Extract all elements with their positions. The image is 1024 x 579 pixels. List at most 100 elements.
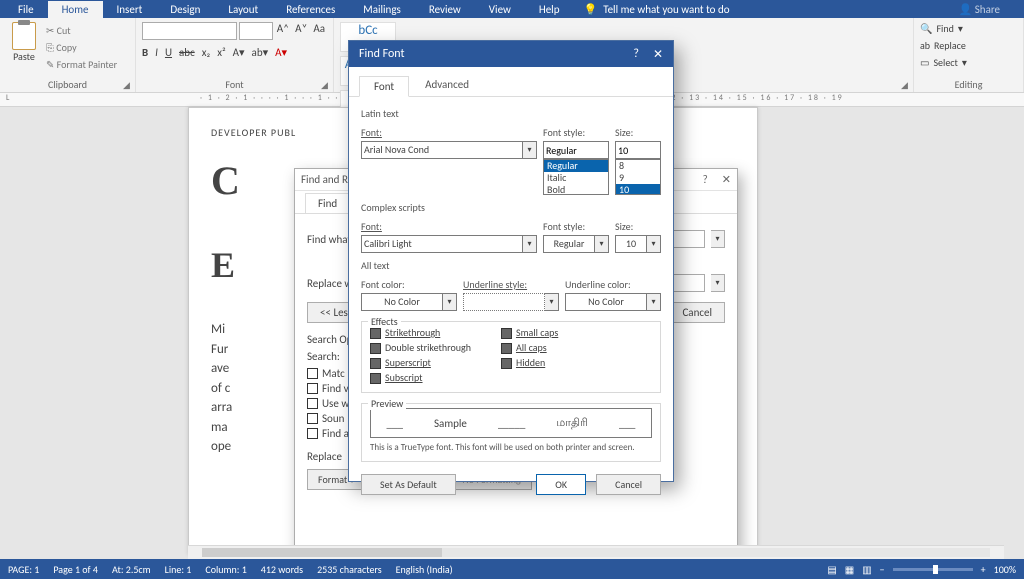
complex-scripts-label: Complex scripts xyxy=(361,201,661,214)
status-words[interactable]: 412 words xyxy=(261,563,303,576)
set-default-button[interactable]: Set As Default xyxy=(361,474,456,495)
view-web-icon[interactable]: ▥ xyxy=(862,563,871,576)
chevron-down-icon[interactable]: ▾ xyxy=(523,235,537,253)
font-color-label: Font color: xyxy=(361,278,457,291)
highlight-button[interactable]: ab▾ xyxy=(252,46,269,59)
tab-review[interactable]: Review xyxy=(415,1,475,18)
select-icon: ▭ xyxy=(920,56,929,69)
underline-style-label: Underline style: xyxy=(463,278,559,291)
clipboard-launcher[interactable]: ◢ xyxy=(123,80,133,90)
format-painter-button[interactable]: ✎ Format Painter xyxy=(46,58,117,71)
tab-view[interactable]: View xyxy=(475,1,525,18)
eff-superscript[interactable]: Superscript xyxy=(370,356,471,369)
paste-button[interactable]: Paste xyxy=(6,20,42,71)
status-line[interactable]: Line: 1 xyxy=(165,563,192,576)
tab-home[interactable]: Home xyxy=(48,1,103,18)
status-chars[interactable]: 2535 characters xyxy=(317,563,382,576)
complex-size-input[interactable]: 10 xyxy=(615,235,647,253)
grow-font-button[interactable]: A˄ xyxy=(275,22,291,40)
status-column[interactable]: Column: 1 xyxy=(205,563,246,576)
eff-double-strike[interactable]: Double strikethrough xyxy=(370,341,471,354)
find-font-title: Find Font xyxy=(359,47,404,61)
paste-icon xyxy=(12,22,36,50)
tab-layout[interactable]: Layout xyxy=(214,1,272,18)
replace-icon: ab xyxy=(920,39,930,52)
chevron-down-icon[interactable]: ▾ xyxy=(523,141,537,159)
tab-insert[interactable]: Insert xyxy=(103,1,157,18)
underline-button[interactable]: U xyxy=(165,46,172,59)
latin-style-list[interactable]: Regular Italic Bold xyxy=(543,159,609,195)
help-icon[interactable]: ? xyxy=(633,47,639,62)
tab-help[interactable]: Help xyxy=(525,1,574,18)
font-launcher[interactable]: ◢ xyxy=(321,80,331,90)
eff-small-caps[interactable]: Small caps xyxy=(501,326,558,339)
cancel-button[interactable]: Cancel xyxy=(596,474,661,495)
tab-references[interactable]: References xyxy=(272,1,349,18)
status-language[interactable]: English (India) xyxy=(396,563,453,576)
zoom-out-button[interactable]: − xyxy=(880,563,885,576)
ok-button[interactable]: OK xyxy=(536,474,586,495)
latin-size-input[interactable] xyxy=(615,141,661,159)
close-icon[interactable]: ✕ xyxy=(653,47,663,62)
zoom-slider[interactable] xyxy=(893,568,973,571)
fr-tab-find[interactable]: Find xyxy=(305,193,350,213)
view-read-icon[interactable]: ▤ xyxy=(827,563,836,576)
copy-button[interactable]: ⎘ Copy xyxy=(46,41,117,54)
view-print-icon[interactable]: ▦ xyxy=(845,563,854,576)
status-page[interactable]: PAGE: 1 xyxy=(8,563,39,576)
tab-file[interactable]: File xyxy=(4,1,48,18)
scrollbar-thumb[interactable] xyxy=(202,548,442,557)
font-size-combo[interactable] xyxy=(239,22,273,40)
chevron-down-icon[interactable]: ▾ xyxy=(647,235,661,253)
chevron-down-icon[interactable]: ▾ xyxy=(595,235,609,253)
change-case-button[interactable]: Aa xyxy=(311,22,327,40)
eff-subscript[interactable]: Subscript xyxy=(370,371,471,384)
superscript-button[interactable]: x² xyxy=(217,46,225,59)
zoom-in-button[interactable]: + xyxy=(981,563,986,576)
strike-button[interactable]: abc xyxy=(179,46,195,59)
subscript-button[interactable]: x₂ xyxy=(202,46,210,59)
ff-tab-font[interactable]: Font xyxy=(359,76,409,97)
replace-with-dropdown[interactable]: ▾ xyxy=(711,274,725,292)
find-what-dropdown[interactable]: ▾ xyxy=(711,230,725,248)
ff-tab-advanced[interactable]: Advanced xyxy=(411,75,483,96)
help-icon[interactable]: ? xyxy=(703,173,708,186)
fr-cancel-button[interactable]: Cancel xyxy=(669,302,725,323)
chevron-down-icon[interactable]: ▾ xyxy=(545,293,559,311)
font-color-button[interactable]: A▾ xyxy=(275,46,287,59)
find-font-titlebar[interactable]: Find Font ? ✕ xyxy=(349,41,673,67)
bold-button[interactable]: B xyxy=(142,46,148,59)
chevron-down-icon[interactable]: ▾ xyxy=(647,293,661,311)
chevron-down-icon[interactable]: ▾ xyxy=(443,293,457,311)
eff-all-caps[interactable]: All caps xyxy=(501,341,558,354)
shrink-font-button[interactable]: A˅ xyxy=(293,22,309,40)
select-button[interactable]: ▭Select ▾ xyxy=(920,54,1017,71)
latin-font-input[interactable]: Arial Nova Cond xyxy=(361,141,523,159)
share-button[interactable]: 👤 Share xyxy=(959,3,1020,16)
underline-style-dropdown[interactable] xyxy=(463,293,545,311)
font-color-dropdown[interactable]: No Color xyxy=(361,293,443,311)
italic-button[interactable]: I xyxy=(155,46,158,59)
styles-launcher[interactable]: ◢ xyxy=(901,80,911,90)
status-at[interactable]: At: 2.5cm xyxy=(112,563,151,576)
effects-legend: Effects xyxy=(368,315,401,328)
tab-mailings[interactable]: Mailings xyxy=(349,1,415,18)
cut-button[interactable]: ✂ Cut xyxy=(46,24,117,37)
tab-design[interactable]: Design xyxy=(156,1,214,18)
font-name-combo[interactable] xyxy=(142,22,237,40)
tell-me-search[interactable]: 💡 Tell me what you want to do xyxy=(584,3,730,16)
complex-font-input[interactable]: Calibri Light xyxy=(361,235,523,253)
latin-style-input[interactable] xyxy=(543,141,609,159)
status-page-of[interactable]: Page 1 of 4 xyxy=(53,563,98,576)
underline-color-dropdown[interactable]: No Color xyxy=(565,293,647,311)
complex-style-label: Font style: xyxy=(543,220,609,233)
replace-button[interactable]: abReplace xyxy=(920,37,1017,54)
text-effects-button[interactable]: A▾ xyxy=(233,46,245,59)
find-button[interactable]: 🔍Find ▾ xyxy=(920,20,1017,37)
eff-hidden[interactable]: Hidden xyxy=(501,356,558,369)
close-icon[interactable]: ✕ xyxy=(722,173,731,186)
horizontal-scrollbar[interactable] xyxy=(188,545,1004,559)
complex-style-input[interactable]: Regular xyxy=(543,235,595,253)
zoom-level[interactable]: 100% xyxy=(994,563,1016,576)
latin-size-list[interactable]: 8 9 10 xyxy=(615,159,661,195)
